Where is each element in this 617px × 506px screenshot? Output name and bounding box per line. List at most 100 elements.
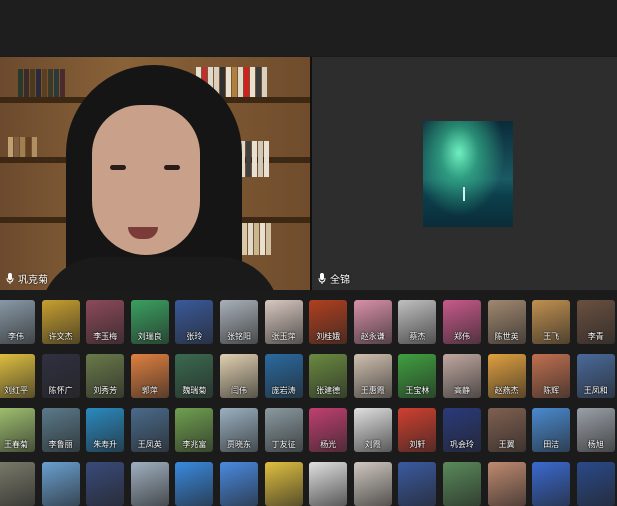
- participant-name: 陈怀广: [48, 386, 73, 395]
- participant-thumbnail[interactable]: 王宝林: [398, 354, 437, 398]
- participant-thumbnail[interactable]: 杨旭: [576, 408, 615, 452]
- books: [18, 69, 65, 97]
- participant-thumbnail[interactable]: [264, 462, 303, 506]
- participant-thumbnail[interactable]: [130, 462, 169, 506]
- participant-name: 王凤和: [583, 386, 608, 395]
- participant-name: 刘霞: [364, 440, 381, 449]
- participant-thumbnail[interactable]: 王惠霞: [353, 354, 392, 398]
- participant-thumbnail[interactable]: [41, 462, 80, 506]
- participant-thumbnail[interactable]: [353, 462, 392, 506]
- participant-thumbnail[interactable]: 李兆富: [175, 408, 214, 452]
- participant-thumbnail[interactable]: [532, 462, 571, 506]
- mic-icon: [318, 273, 326, 284]
- participant-name: 陈世英: [494, 332, 519, 341]
- participant-thumbnail[interactable]: 魏瑞菊: [175, 354, 214, 398]
- eye: [110, 165, 126, 170]
- participant-name: 王宝林: [405, 386, 430, 395]
- participant-thumbnail[interactable]: 王春菊: [0, 408, 35, 452]
- books: [8, 137, 37, 157]
- participant-thumbnail[interactable]: 杨光: [309, 408, 348, 452]
- participant-thumbnail[interactable]: 庞岩涛: [264, 354, 303, 398]
- participant-thumbnail[interactable]: [576, 462, 615, 506]
- participant-name: 赵永谦: [360, 332, 385, 341]
- participant-name: 闫伟: [231, 386, 247, 395]
- participant-thumbnail[interactable]: 赵永谦: [353, 300, 392, 344]
- participant-name: 王翼: [498, 440, 515, 449]
- participant-thumbnail[interactable]: 李伟: [0, 300, 35, 344]
- participant-name: 张建德: [316, 386, 341, 395]
- participant-thumbnail[interactable]: 李青: [576, 300, 615, 344]
- participant-thumbnail[interactable]: [220, 462, 258, 506]
- participant-name: 郑伟: [454, 332, 470, 341]
- participant-name: 蔡杰: [409, 332, 426, 341]
- participant-grid: 李伟 许文杰 李玉梅 刘瑞良 张玲 张铭阳 张玉萍 刘桂娥 赵永谦 蔡杰 郑伟 陈世英 王飞 李青刘红平 陈…: [0, 300, 617, 506]
- participant-thumbnail[interactable]: 陈辉: [532, 354, 571, 398]
- participant-thumbnail[interactable]: 许文杰: [41, 300, 80, 344]
- participant-thumbnail[interactable]: 张玉萍: [264, 300, 303, 344]
- participant-name: 全锦: [330, 275, 350, 286]
- participant-thumbnail[interactable]: 丁友征: [264, 408, 303, 452]
- participant-name: 王飞: [543, 332, 560, 341]
- top-toolbar: [0, 0, 617, 56]
- participant-name: 许文杰: [48, 332, 73, 341]
- participant-name: 张铭阳: [227, 332, 251, 341]
- participant-thumbnail[interactable]: 王翼: [487, 408, 526, 452]
- participant-video-tile[interactable]: 全锦: [312, 57, 617, 290]
- participant-thumbnail[interactable]: 陈怀广: [41, 354, 80, 398]
- participant-name: 庞岩涛: [271, 386, 296, 395]
- person-body: [40, 257, 280, 290]
- participant-thumbnail[interactable]: [86, 462, 125, 506]
- participant-name: 刘轩: [409, 440, 426, 449]
- participant-name: 刘桂娥: [316, 332, 341, 341]
- participant-thumbnail[interactable]: 刘秀芳: [86, 354, 125, 398]
- participant-name: 杨旭: [587, 440, 604, 449]
- participant-name: 李伟: [8, 332, 24, 341]
- speaker-video-tile[interactable]: 巩克菊: [0, 57, 310, 290]
- participant-thumbnail[interactable]: 刘桂娥: [309, 300, 348, 344]
- participant-name: 赵燕杰: [494, 386, 519, 395]
- participant-thumbnail[interactable]: 刘红平: [0, 354, 35, 398]
- participant-name: 刘红平: [4, 386, 28, 395]
- participant-name: 张玉萍: [271, 332, 296, 341]
- participant-name: 丁友征: [271, 440, 296, 449]
- participant-thumbnail[interactable]: 张建德: [309, 354, 348, 398]
- participant-thumbnail[interactable]: 李鲁丽: [41, 408, 80, 452]
- speaker-name-tag: 巩克菊: [6, 271, 48, 286]
- participant-name: 朱寿升: [93, 440, 118, 449]
- participant-thumbnail[interactable]: 刘轩: [398, 408, 437, 452]
- participant-thumbnail[interactable]: 郑伟: [443, 300, 481, 344]
- participant-name: 王春菊: [4, 440, 28, 449]
- participant-thumbnail[interactable]: 刘霞: [353, 408, 392, 452]
- participant-thumbnail[interactable]: 王飞: [532, 300, 571, 344]
- participant-thumbnail[interactable]: [487, 462, 526, 506]
- light-reflection: [463, 187, 465, 201]
- participant-thumbnail[interactable]: 闫伟: [220, 354, 258, 398]
- participant-thumbnail[interactable]: 陈世英: [487, 300, 526, 344]
- participant-thumbnail[interactable]: [0, 462, 35, 506]
- participant-thumbnail[interactable]: 蔡杰: [398, 300, 437, 344]
- mic-icon: [6, 273, 14, 284]
- participant-thumbnail[interactable]: [309, 462, 348, 506]
- participant-thumbnail[interactable]: 郭萍: [130, 354, 169, 398]
- participant-thumbnail[interactable]: 张铭阳: [220, 300, 258, 344]
- participant-thumbnail[interactable]: 赵燕杰: [487, 354, 526, 398]
- participant-thumbnail[interactable]: [398, 462, 437, 506]
- participant-thumbnail[interactable]: 王凤英: [130, 408, 169, 452]
- participant-thumbnail[interactable]: 王凤和: [576, 354, 615, 398]
- participant-thumbnail[interactable]: 田洁: [532, 408, 571, 452]
- participant-thumbnail[interactable]: 李玉梅: [86, 300, 125, 344]
- participant-thumbnail[interactable]: 巩会玲: [443, 408, 481, 452]
- participant-thumbnail[interactable]: 刘瑞良: [130, 300, 169, 344]
- participant-thumbnail[interactable]: 张玲: [175, 300, 214, 344]
- participant-name: 陈辉: [543, 386, 560, 395]
- speaker-name: 巩克菊: [18, 275, 48, 286]
- participant-thumbnail[interactable]: 朱寿升: [86, 408, 125, 452]
- participant-name: 张玲: [186, 332, 203, 341]
- participant-thumbnail[interactable]: [443, 462, 481, 506]
- participant-name: 李玉梅: [93, 332, 118, 341]
- participant-thumbnail[interactable]: 高静: [443, 354, 481, 398]
- participant-name: 王凤英: [137, 440, 162, 449]
- participant-thumbnail[interactable]: 贾晓东: [220, 408, 258, 452]
- participant-name: 刘瑞良: [137, 332, 162, 341]
- participant-thumbnail[interactable]: [175, 462, 214, 506]
